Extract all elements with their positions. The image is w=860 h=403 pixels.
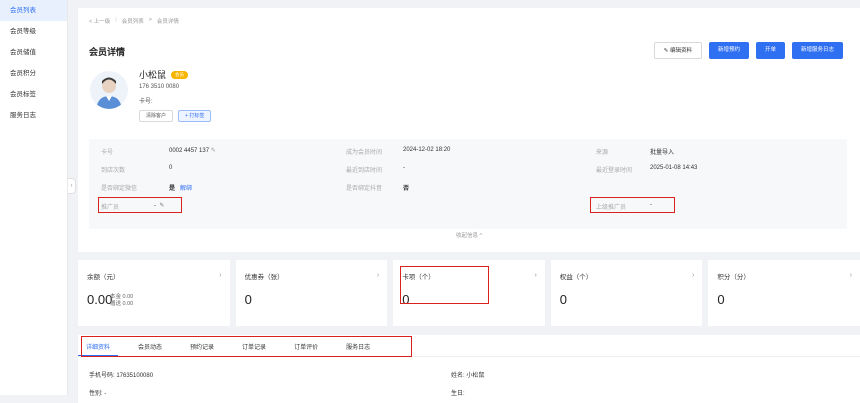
sidebar-item-member-stored-value[interactable]: 会员储值 [0, 42, 67, 63]
info-bind-wechat-value: 是 解绑 [169, 183, 192, 192]
edit-profile-label: 编辑资料 [669, 48, 692, 54]
breadcrumb-back[interactable]: < 上一级 [89, 17, 110, 25]
add-tag-button[interactable]: + 打标签 [178, 110, 212, 122]
info-source-value: 批量导入 [650, 150, 675, 156]
detail-card: 详细资料 会员动态 预约记录 订单记录 订单评价 服务日志 手机号码: 1763… [78, 335, 860, 403]
new-booking-button[interactable]: 新增预约 [708, 42, 749, 59]
member-header-card: < 上一级 | 会员列表 > 会员详情 会员详情 ✎ 编辑资料 新增预约 开单 … [78, 8, 860, 252]
highlight-box-cards [400, 266, 490, 304]
sidebar-item-service-log[interactable]: 服务日志 [0, 105, 67, 126]
stat-points[interactable]: 积分（分） › 0 [708, 260, 860, 326]
stat-balance-principal: 本金 0.00 [110, 294, 134, 300]
highlight-box-upper-promoter [590, 197, 675, 213]
stat-balance-gift: 赠送 0.00 [110, 301, 134, 307]
clear-customer-button[interactable]: 清除客户 [139, 110, 174, 122]
stat-coupons-title: 优惠券（张） [244, 274, 284, 281]
stat-balance-breakdown: 本金 0.00 赠送 0.00 [110, 294, 133, 308]
info-last-visit: 最近到店时间 - [346, 165, 405, 174]
info-became-member: 成为会员时间 2024-12-02 18:20 [346, 147, 450, 156]
sidebar-item-member-list[interactable]: 会员列表 [0, 0, 67, 21]
member-name-row: 小松鼠 会员 [139, 68, 189, 81]
detail-gender: 性别: - [89, 391, 107, 397]
breadcrumb-separator: > [148, 17, 152, 23]
bind-wechat-status: 是 [169, 186, 176, 192]
info-became-value: 2024-12-02 18:20 [403, 147, 451, 153]
main-content: < 上一级 | 会员列表 > 会员详情 会员详情 ✎ 编辑资料 新增预约 开单 … [78, 8, 860, 403]
info-visits: 到店次数 0 [101, 165, 172, 174]
card-number-text: 0002 4457 137 [169, 148, 210, 154]
stat-rights[interactable]: 权益（个） › 0 [550, 260, 703, 326]
sidebar-item-member-points[interactable]: 会员积分 [0, 63, 67, 84]
info-last-visit-value: - [403, 165, 405, 171]
breadcrumb: < 上一级 | 会员列表 > 会员详情 [89, 17, 179, 25]
info-last-login-value: 2025-01-08 14:43 [650, 165, 698, 171]
stat-balance-title: 余额（元） [87, 274, 120, 281]
highlight-box-promoter [98, 197, 182, 213]
member-tag-actions: 清除客户 + 打标签 [139, 110, 212, 122]
edit-icon[interactable]: ✎ [211, 148, 216, 154]
detail-phone: 手机号码: 17635100080 [89, 373, 154, 379]
vip-badge: 会员 [171, 70, 189, 79]
breadcrumb-current: 会员详情 [156, 19, 179, 25]
info-last-login: 最近登录时间 2025-01-08 14:43 [596, 165, 697, 174]
stat-balance[interactable]: 余额（元） › 0.00 本金 0.00 赠送 0.00 [78, 260, 230, 326]
info-bind-sale-label: 是否绑定抖音 [346, 186, 383, 192]
sidebar-item-member-tags[interactable]: 会员标签 [0, 84, 67, 105]
collapse-info-toggle[interactable]: 收起信息 ^ [78, 231, 860, 239]
stat-rights-title: 权益（个） [559, 274, 593, 281]
unbind-link[interactable]: 解绑 [180, 186, 192, 192]
info-became-label: 成为会员时间 [346, 150, 383, 156]
stat-cards[interactable]: 卡项（个） › 0 [393, 260, 545, 326]
stat-points-title: 积分（分） [717, 274, 750, 281]
chevron-right-icon: › [692, 272, 695, 279]
info-bind-sale-value: 否 [403, 186, 410, 192]
info-source: 来源 批量导入 [596, 147, 674, 156]
stat-balance-value: 0.00 [87, 292, 113, 307]
stats-row: 余额（元） › 0.00 本金 0.00 赠送 0.00 优惠券（张） › 0 … [78, 260, 860, 326]
detail-birthday: 生日: [451, 391, 465, 397]
info-card-no-value: 0002 4457 137 ✎ [169, 147, 216, 154]
info-last-login-label: 最近登录时间 [596, 168, 633, 174]
stat-coupons-value: 0 [244, 292, 252, 307]
avatar [90, 71, 128, 109]
info-last-visit-label: 最近到店时间 [346, 168, 383, 174]
info-visits-value: 0 [169, 165, 173, 171]
user-avatar-icon [96, 77, 122, 109]
chevron-right-icon: › [376, 272, 380, 279]
sidebar-collapse-handle[interactable]: ‹ [68, 178, 76, 194]
action-bar: ✎ 编辑资料 新增预约 开单 新增服务日志 [653, 42, 843, 59]
sidebar: 会员列表 会员等级 会员储值 会员积分 会员标签 服务日志 [0, 0, 68, 395]
chevron-right-icon: › [534, 272, 537, 279]
sidebar-item-member-level[interactable]: 会员等级 [0, 21, 67, 42]
info-card-no-label: 卡号 [101, 150, 114, 156]
member-phone: 176 3510 0080 [139, 84, 180, 90]
info-bind-sale: 是否绑定抖音 否 [346, 183, 409, 192]
edit-profile-button[interactable]: ✎ 编辑资料 [653, 42, 702, 59]
page-title: 会员详情 [89, 47, 126, 57]
stat-points-value: 0 [717, 292, 725, 307]
open-order-button[interactable]: 开单 [755, 42, 785, 59]
breadcrumb-member-list[interactable]: 会员列表 [122, 17, 144, 25]
stat-coupons[interactable]: 优惠券（张） › 0 [235, 260, 388, 326]
info-card-no: 卡号 0002 4457 137 ✎ [101, 147, 216, 156]
highlight-box-tabs [81, 336, 412, 357]
stat-rights-value: 0 [559, 292, 568, 307]
detail-name: 姓名: 小松鼠 [451, 373, 485, 379]
breadcrumb-divider: | [115, 17, 117, 23]
member-info-panel: 卡号 0002 4457 137 ✎ 成为会员时间 2024-12-02 18:… [89, 139, 847, 229]
info-bind-wechat: 是否绑定微信 是 解绑 [101, 183, 192, 192]
info-source-label: 来源 [596, 150, 609, 156]
new-service-log-button[interactable]: 新增服务日志 [791, 42, 843, 59]
info-bind-wechat-label: 是否绑定微信 [101, 186, 138, 192]
member-card-label: 卡号: [139, 99, 153, 105]
member-name: 小松鼠 [139, 70, 167, 80]
info-visits-label: 到店次数 [101, 168, 126, 174]
chevron-right-icon: › [849, 272, 852, 279]
chevron-right-icon: › [219, 272, 222, 279]
